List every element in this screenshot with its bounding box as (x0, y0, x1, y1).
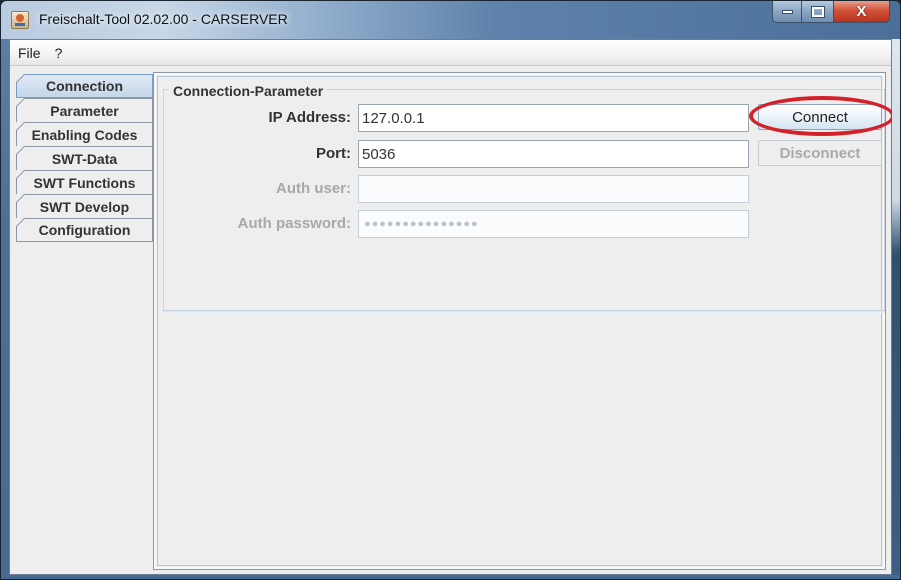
tab-list: Connection Parameter Enabling Codes SWT-… (16, 74, 153, 242)
port-input[interactable] (358, 140, 749, 168)
auth-password-label: Auth password: (237, 215, 351, 232)
tab-swt-develop[interactable]: SWT Develop (16, 194, 153, 218)
port-row: Port: Disconnect (164, 140, 884, 168)
tab-configuration[interactable]: Configuration (16, 218, 153, 242)
ip-address-label: IP Address: (268, 109, 351, 126)
minimize-icon (781, 9, 793, 14)
auth-password-row: Auth password: ●●●●●●●●●●●●●●● (164, 210, 884, 238)
java-app-icon (11, 11, 29, 29)
tab-parameter[interactable]: Parameter (16, 98, 153, 122)
auth-user-label: Auth user: (276, 180, 351, 197)
disconnect-button[interactable]: Disconnect (758, 140, 882, 166)
maximize-icon (810, 5, 825, 18)
title-bar[interactable]: Freischalt-Tool 02.02.00 - CARSERVER X (1, 1, 900, 39)
menu-bar: File ? (10, 40, 891, 66)
tab-connection[interactable]: Connection (16, 74, 153, 98)
client-area: File ? Connection Parameter Enabling Cod… (9, 39, 895, 575)
port-label: Port: (316, 145, 351, 162)
menu-help[interactable]: ? (55, 43, 63, 63)
tab-content-panel: Connection-Parameter IP Address: Connect… (153, 72, 895, 570)
minimize-button[interactable] (772, 1, 802, 23)
auth-user-input[interactable] (358, 175, 749, 203)
window-controls: X (772, 1, 890, 27)
connection-parameter-group: Connection-Parameter IP Address: Connect… (163, 83, 895, 311)
maximize-button[interactable] (802, 1, 834, 23)
ip-address-row: IP Address: Connect (164, 96, 895, 136)
tab-swt-functions[interactable]: SWT Functions (16, 170, 153, 194)
group-title: Connection-Parameter (169, 83, 328, 99)
password-mask: ●●●●●●●●●●●●●●● (364, 218, 479, 230)
tab-enabling-codes[interactable]: Enabling Codes (16, 122, 153, 146)
auth-user-row: Auth user: (164, 175, 884, 203)
connect-button[interactable]: Connect (758, 104, 882, 130)
auth-password-input[interactable]: ●●●●●●●●●●●●●●● (358, 210, 749, 238)
ip-address-input[interactable] (358, 104, 749, 132)
close-button[interactable]: X (834, 1, 890, 23)
window-title: Freischalt-Tool 02.02.00 - CARSERVER (39, 11, 288, 27)
tab-content-inner: Connection-Parameter IP Address: Connect… (157, 76, 895, 566)
menu-file[interactable]: File (18, 43, 41, 63)
window-frame-edge (892, 39, 900, 575)
tab-swt-data[interactable]: SWT-Data (16, 146, 153, 170)
app-window: Freischalt-Tool 02.02.00 - CARSERVER X F… (0, 0, 901, 580)
close-icon: X (856, 3, 867, 20)
